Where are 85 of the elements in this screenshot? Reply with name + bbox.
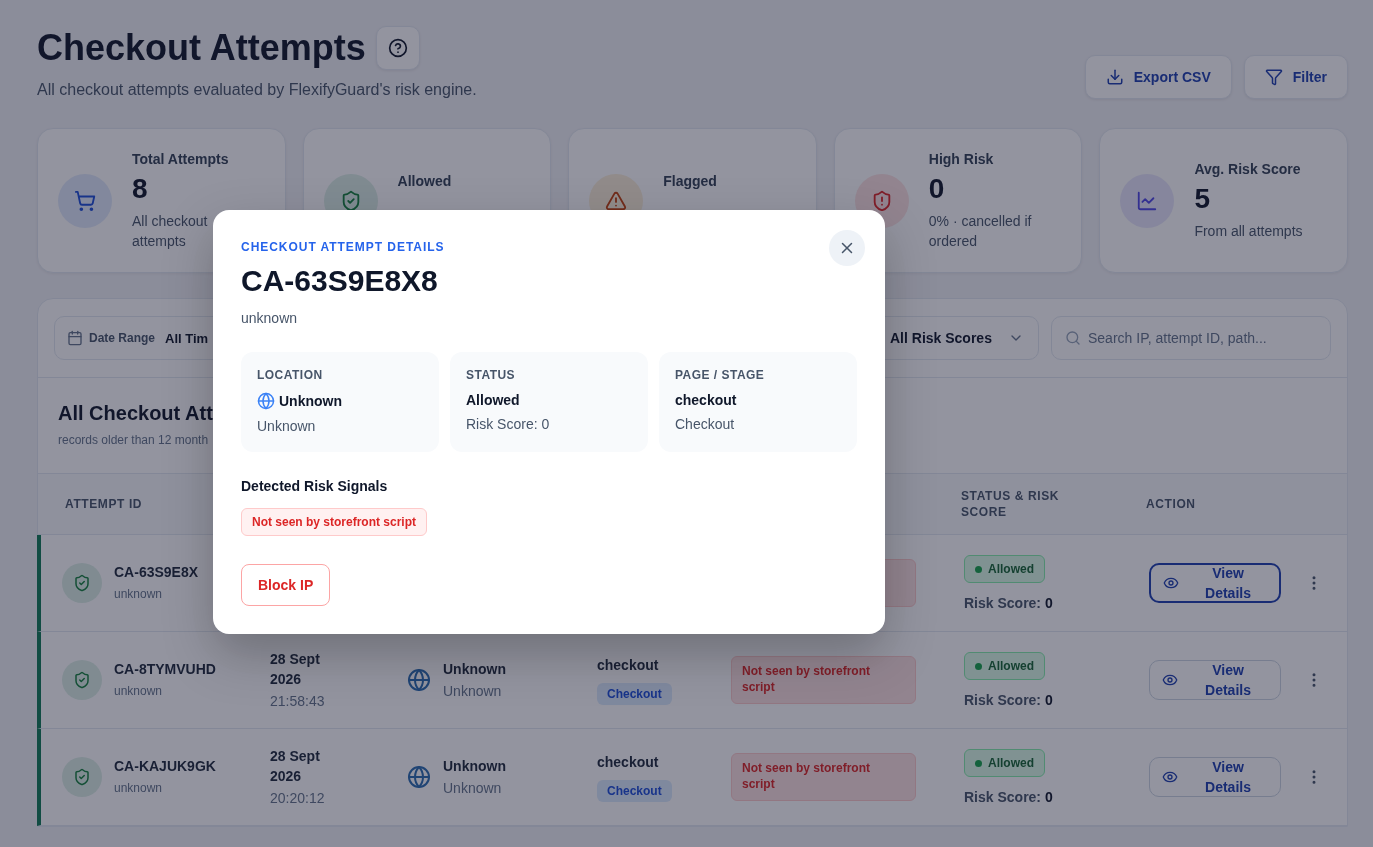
attempt-id: CA-KAJUK9GK (114, 757, 216, 776)
status-tag: Allowed (964, 652, 1045, 680)
globe-icon (407, 668, 431, 692)
info-sub: Unknown (257, 418, 317, 434)
location-name: Unknown (443, 757, 506, 776)
search-field[interactable]: Search IP, attempt ID, path... (1051, 316, 1331, 360)
eye-icon (1162, 769, 1178, 785)
shield-check-icon (73, 671, 91, 689)
stat-note: From all attempts (1194, 222, 1303, 239)
attempt-id: CA-8TYMVUHD (114, 660, 216, 679)
attempt-source: unknown (114, 586, 163, 603)
calendar-icon (67, 330, 83, 346)
info-label: STATUS (466, 368, 517, 382)
risk-signal-tag: Not seen by storefront script (731, 656, 916, 704)
info-sub: Checkout (675, 416, 736, 432)
help-icon (387, 38, 408, 58)
risk-signal-tag: Not seen by storefront script (241, 508, 428, 536)
risk-signal-tag: Not seen by storefront script (731, 753, 916, 801)
page-subtitle: All checkout attempts evaluated by FlexifyGuard's risk engine. (37, 81, 477, 99)
stat-title: Avg. Risk Score (1194, 160, 1302, 177)
close-button[interactable] (829, 230, 865, 266)
stat-title: Allowed (397, 172, 452, 189)
modal-eyebrow: CHECKOUT ATTEMPT DETAILS (241, 240, 445, 254)
stat-title: High Risk (928, 150, 995, 167)
filter-button[interactable]: Filter (1243, 55, 1348, 99)
attempt-source: unknown (114, 683, 163, 700)
column-header: ATTEMPT ID (64, 496, 144, 512)
filter-icon (1264, 68, 1283, 86)
location-region: Unknown (443, 779, 502, 798)
block-ip-button[interactable]: Block IP (241, 564, 331, 606)
stat-value: 5 (1194, 182, 1211, 215)
stage-tag: Checkout (597, 683, 672, 705)
attempt-time: 21:58:43 (270, 692, 325, 711)
date-range-label: Date Range (89, 331, 156, 345)
globe-icon (407, 765, 431, 789)
modal-title: CA-63S9E8X8 (241, 264, 438, 298)
stat-note: 0% · cancelled if ordered (928, 212, 1032, 249)
attempt-time: 20:20:12 (270, 789, 325, 808)
page-name: checkout (597, 656, 659, 675)
attempt-date: 28 Sept 2026 (270, 650, 321, 689)
eye-icon (1162, 672, 1178, 688)
info-value: Unknown (279, 393, 342, 409)
attempt-source: unknown (114, 780, 163, 797)
column-header: STATUS & RISK SCORE (960, 488, 1061, 520)
info-value: Allowed (466, 392, 520, 408)
globe-icon (257, 392, 275, 410)
info-label: PAGE / STAGE (675, 368, 766, 382)
shield-check-icon (73, 574, 91, 592)
stat-title: Flagged (663, 172, 717, 189)
risk-score: Risk Score: 0 (964, 692, 1053, 708)
cart-icon (74, 189, 96, 212)
stat-value: 8 (132, 172, 149, 205)
location-region: Unknown (443, 682, 502, 701)
risk-score: Risk Score: 0 (964, 789, 1053, 805)
view-details-button[interactable]: View Details (1149, 757, 1281, 797)
section-note: records older than 12 month (58, 433, 209, 447)
info-value: checkout (675, 392, 737, 408)
page-name: checkout (597, 753, 659, 772)
download-icon (1105, 68, 1124, 86)
help-button[interactable] (375, 26, 420, 70)
attempt-date: 28 Sept 2026 (270, 747, 321, 786)
stage-tag: Checkout (597, 780, 672, 802)
stat-title: Total Attempts (132, 150, 230, 167)
signals-title: Detected Risk Signals (241, 478, 389, 494)
eye-icon (1163, 575, 1179, 591)
stat-value: 0 (928, 172, 946, 205)
line-chart-icon (1136, 189, 1159, 212)
location-name: Unknown (443, 660, 506, 679)
risk-score: Risk Score: 0 (964, 595, 1053, 611)
date-range-value: All Tim (165, 330, 209, 346)
status-tag: Allowed (964, 749, 1045, 777)
view-details-button[interactable]: View Details (1149, 563, 1281, 603)
shield-check-icon (73, 768, 91, 786)
view-details-button[interactable]: View Details (1149, 660, 1281, 700)
export-button[interactable]: Export CSV (1084, 55, 1232, 99)
section-title: All Checkout Att (58, 402, 213, 425)
column-header: ACTION (1145, 496, 1197, 512)
attempt-id: CA-63S9E8X (114, 563, 199, 582)
warning-icon (605, 189, 628, 212)
page-title: Checkout Attempts (37, 26, 366, 70)
status-tag: Allowed (964, 555, 1045, 583)
stat-note: All checkout attempts (132, 212, 208, 249)
info-label: LOCATION (257, 368, 324, 382)
info-sub: Risk Score: 0 (466, 416, 551, 432)
search-icon (1065, 330, 1081, 346)
